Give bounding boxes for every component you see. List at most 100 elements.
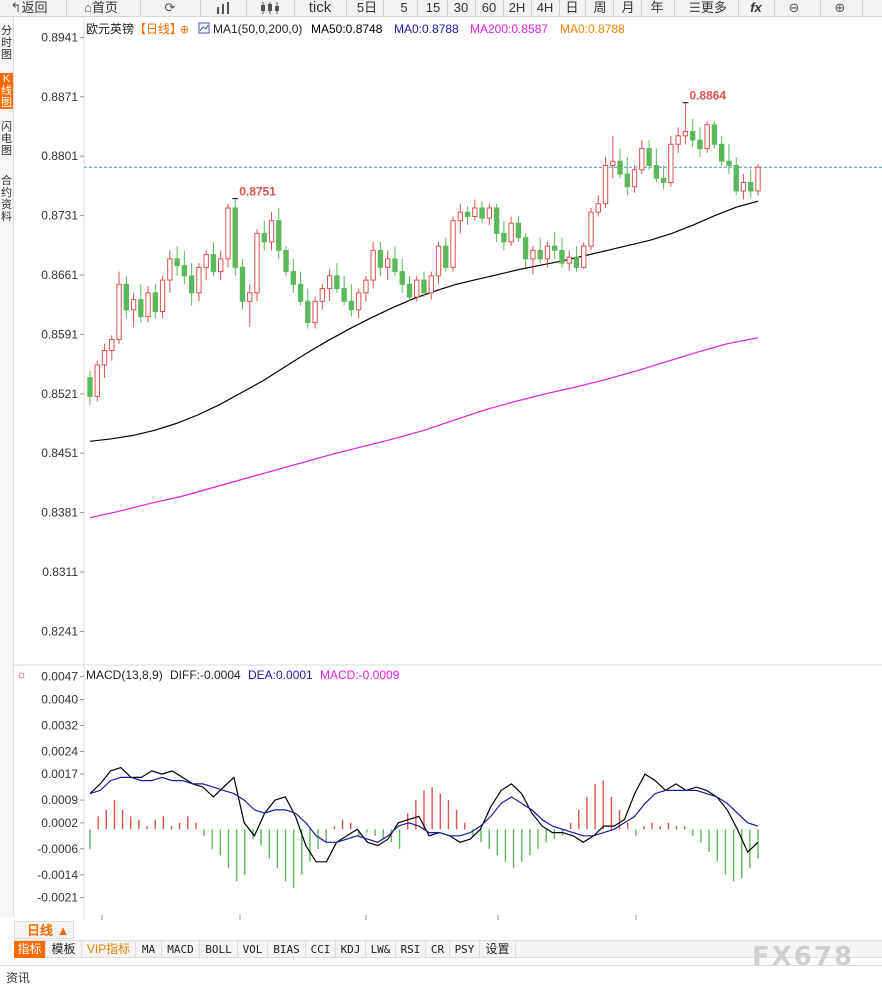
sidetab-char: 图 (1, 49, 12, 61)
refresh-button[interactable]: ⟳ (156, 0, 184, 17)
period-button-2[interactable]: 15 (420, 0, 446, 17)
indicator-tab-1[interactable]: 模板 (46, 941, 82, 958)
sidetab-char: 合 (1, 175, 12, 187)
sidetab-0[interactable]: 分时图 (0, 25, 13, 61)
candle-up (428, 275, 434, 294)
back-label: 返回 (21, 0, 48, 15)
period-button-0[interactable]: 5日 (352, 0, 382, 17)
y-tick-label: 0.8451 (41, 446, 78, 460)
indicator-tab-3[interactable]: MA (136, 941, 162, 958)
candle-down (573, 256, 580, 268)
macd-tick-label: 0.0024 (41, 744, 78, 758)
price-chart[interactable]: 0.8941 0.8871 0.8801 0.8731 0.8661 0.8591 0.85… (14, 17, 882, 920)
candlestick-button[interactable] (254, 0, 286, 17)
candle-down (276, 220, 282, 251)
zoom-in-icon: ⊕ (834, 0, 846, 15)
sidetab-2[interactable]: 闪电图 (0, 121, 13, 157)
candle-down (399, 271, 405, 285)
candle-up (254, 232, 260, 294)
indicator-tab-0[interactable]: 指标 (14, 941, 46, 958)
candle-down (493, 207, 500, 234)
macd-tick-label: -0.0021 (37, 891, 78, 905)
indicator-tab-10[interactable]: LW& (366, 941, 396, 958)
legend-ma0b: MA0:0.8788 (560, 22, 625, 36)
sidetab-char: 约 (1, 187, 12, 199)
candle-up (203, 254, 209, 268)
news-panel: 资讯 (0, 965, 882, 993)
macd-tick-label: -0.0014 (37, 868, 78, 882)
macd-tick-label: 0.0047 (41, 670, 78, 684)
back-button[interactable]: ↰返回 (4, 0, 54, 17)
zoom-in-button[interactable]: ⊕ (826, 0, 854, 17)
toolbar-divider (820, 0, 821, 16)
candle-down (239, 266, 246, 302)
candle-down (421, 279, 427, 294)
indicator-tab-14[interactable]: 设置 (480, 941, 516, 958)
sidetab-3[interactable]: 合约资料 (0, 175, 13, 223)
zoom-out-button[interactable]: ⊖ (780, 0, 808, 17)
candle-down (392, 258, 398, 273)
indicator-tab-13[interactable]: PSY (450, 941, 480, 958)
period-button-6[interactable]: 4H (532, 0, 558, 17)
indicator-tab-12[interactable]: CR (426, 941, 450, 958)
toolbar-divider (674, 0, 675, 16)
indicator-tab-6[interactable]: VOL (238, 941, 268, 958)
period-button-9[interactable]: 月 (616, 0, 640, 17)
indicator-tab-4[interactable]: MACD (162, 941, 200, 958)
indicator-tab-7[interactable]: BIAS (268, 941, 306, 958)
candle-up (385, 258, 391, 268)
home-button[interactable]: ⌂首页 (74, 0, 128, 17)
sidetab-1[interactable]: K线图 (0, 73, 13, 109)
y-tick-label: 0.8871 (41, 90, 78, 104)
candle-up (145, 292, 151, 318)
candle-up (668, 143, 674, 183)
candle-up (595, 203, 601, 213)
candle-down (174, 258, 180, 267)
sidetab-char: 线 (1, 85, 12, 97)
sidetab-char: 图 (1, 145, 12, 157)
candle-up (472, 207, 478, 217)
candle-up (675, 135, 681, 145)
candle-up (581, 245, 587, 268)
more-button[interactable]: ☰更多 (682, 0, 734, 17)
candle-up (130, 299, 137, 311)
candle-up (544, 245, 551, 260)
y-tick-label: 0.8591 (41, 327, 78, 341)
period-button-8[interactable]: 周 (588, 0, 612, 17)
period-button-4[interactable]: 60 (476, 0, 502, 17)
candle-down (711, 124, 718, 145)
candle-up (530, 249, 536, 260)
indicator-tab-2[interactable]: VIP指标 (82, 941, 136, 958)
period-button-10[interactable]: 年 (644, 0, 670, 17)
indicator-tab-5[interactable]: BOLL (200, 941, 238, 958)
legend-settings-icon[interactable]: ⊕ (180, 24, 189, 36)
sidetab-char: K (2, 73, 11, 85)
period-button-1[interactable]: 5 (392, 0, 416, 17)
bar-chart-button[interactable] (210, 0, 240, 17)
formula-button[interactable]: fx (742, 0, 770, 17)
news-title[interactable]: 资讯 (6, 969, 30, 986)
legend-ma-label: MA1(50,0,200,0) (213, 22, 302, 36)
candle-up (566, 256, 572, 264)
candle-down (624, 173, 630, 188)
legend-ma50: MA50:0.8748 (311, 22, 383, 36)
macd-tick-label: 0.0009 (41, 793, 78, 807)
period-selector[interactable]: 日线 ▲ (14, 921, 74, 939)
indicator-tab-9[interactable]: KDJ (336, 941, 366, 958)
indicator-tab-8[interactable]: CCI (306, 941, 336, 958)
macd-settings-icon[interactable]: ☼ (16, 667, 27, 681)
indicator-tab-11[interactable]: RSI (396, 941, 426, 958)
macd-tick-label: 0.0017 (41, 767, 78, 781)
toolbar-divider (200, 0, 201, 16)
candle-up (159, 279, 166, 312)
candle-up (196, 266, 202, 294)
candle-down (537, 249, 543, 260)
toolbar-divider (774, 0, 775, 16)
candle-down (348, 300, 355, 311)
candle-down (653, 165, 660, 179)
period-button-5[interactable]: 2H (504, 0, 530, 17)
legend-ma200: MA200:0.8587 (470, 22, 548, 36)
period-button-7[interactable]: 日 (560, 0, 584, 17)
tick-button[interactable]: tick (300, 0, 340, 17)
period-button-3[interactable]: 30 (448, 0, 474, 17)
